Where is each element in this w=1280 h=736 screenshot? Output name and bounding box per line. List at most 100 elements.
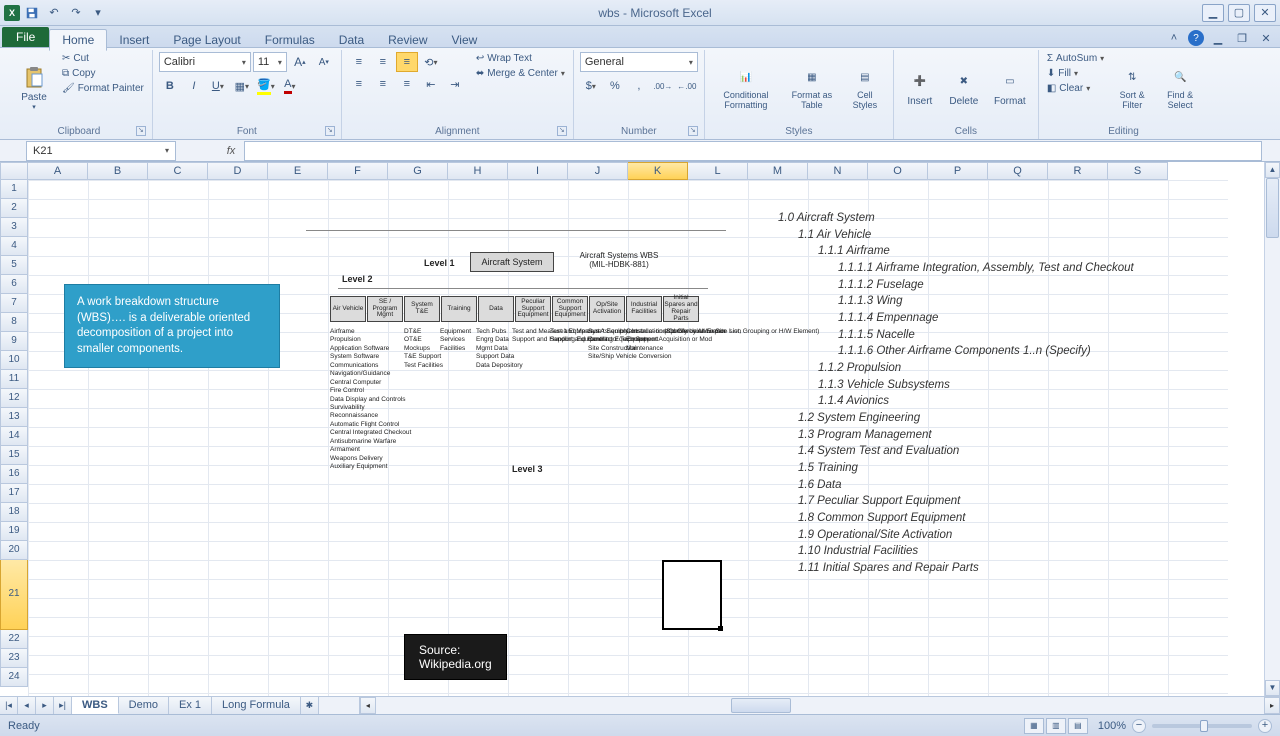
fill-color-button[interactable]: 🪣▾ [255, 76, 277, 96]
row-header-19[interactable]: 19 [0, 522, 28, 541]
col-header-L[interactable]: L [688, 162, 748, 180]
col-header-E[interactable]: E [268, 162, 328, 180]
paste-button[interactable]: Paste▾ [12, 52, 56, 124]
alignment-launcher[interactable]: ↘ [557, 126, 567, 136]
font-launcher[interactable]: ↘ [325, 126, 335, 136]
col-header-J[interactable]: J [568, 162, 628, 180]
sheet-tab-long-formula[interactable]: Long Formula [212, 697, 301, 714]
col-header-S[interactable]: S [1108, 162, 1168, 180]
number-launcher[interactable]: ↘ [688, 126, 698, 136]
fill-button[interactable]: ⬇Fill▾ [1045, 67, 1106, 80]
workbook-restore-icon[interactable]: ❐ [1232, 28, 1252, 48]
col-header-M[interactable]: M [748, 162, 808, 180]
tab-formulas[interactable]: Formulas [253, 30, 327, 50]
align-bottom-button[interactable]: ≡ [396, 52, 418, 72]
decrease-decimal-button[interactable]: ←.00 [676, 76, 698, 96]
increase-decimal-button[interactable]: .00→ [652, 76, 674, 96]
hscroll-right-icon[interactable]: ▸ [1264, 697, 1280, 714]
scroll-down-icon[interactable]: ▼ [1265, 680, 1280, 696]
zoom-level[interactable]: 100% [1098, 720, 1126, 732]
row-header-2[interactable]: 2 [0, 199, 28, 218]
col-header-A[interactable]: A [28, 162, 88, 180]
file-tab[interactable]: File [2, 27, 49, 47]
tab-insert[interactable]: Insert [107, 30, 161, 50]
align-right-button[interactable]: ≡ [396, 74, 418, 94]
hscroll-left-icon[interactable]: ◂ [360, 697, 376, 714]
ribbon-minimize-icon[interactable]: ˄ [1164, 28, 1184, 48]
font-name-combo[interactable]: Calibri▾ [159, 52, 251, 72]
row-header-22[interactable]: 22 [0, 630, 28, 649]
indent-increase-button[interactable]: ⇥ [444, 74, 466, 94]
qat-redo-icon[interactable]: ↷ [66, 3, 86, 23]
col-header-K[interactable]: K [628, 162, 688, 180]
col-header-C[interactable]: C [148, 162, 208, 180]
delete-cells-button[interactable]: ✖Delete [944, 52, 984, 124]
tab-review[interactable]: Review [376, 30, 439, 50]
font-color-button[interactable]: A▾ [279, 76, 301, 96]
conditional-formatting-button[interactable]: 📊Conditional Formatting [711, 52, 781, 124]
format-painter-button[interactable]: 🖌Format Painter [60, 82, 146, 95]
tab-home[interactable]: Home [49, 29, 107, 51]
clear-button[interactable]: ◧Clear▾ [1045, 82, 1106, 95]
close-button[interactable]: ✕ [1254, 4, 1276, 22]
col-header-D[interactable]: D [208, 162, 268, 180]
fx-icon[interactable]: fx [220, 145, 242, 157]
tab-data[interactable]: Data [327, 30, 376, 50]
find-select-button[interactable]: 🔍Find & Select [1158, 52, 1202, 124]
format-cells-button[interactable]: ▭Format [988, 52, 1032, 124]
col-header-R[interactable]: R [1048, 162, 1108, 180]
row-header-6[interactable]: 6 [0, 275, 28, 294]
sheet-nav-prev[interactable]: ◂ [18, 697, 36, 714]
row-header-15[interactable]: 15 [0, 446, 28, 465]
col-header-B[interactable]: B [88, 162, 148, 180]
cell-styles-button[interactable]: ▤Cell Styles [843, 52, 887, 124]
sheet-tab-demo[interactable]: Demo [119, 697, 169, 714]
italic-button[interactable]: I [183, 76, 205, 96]
active-cell[interactable] [662, 560, 722, 630]
row-header-7[interactable]: 7 [0, 294, 28, 313]
workbook-minimize-icon[interactable]: ▁ [1208, 28, 1228, 48]
cut-button[interactable]: ✂Cut [60, 52, 146, 65]
underline-button[interactable]: U▾ [207, 76, 229, 96]
sort-filter-button[interactable]: ⇅Sort & Filter [1110, 52, 1154, 124]
zoom-out-button[interactable]: − [1132, 719, 1146, 733]
copy-button[interactable]: ⧉Copy [60, 67, 146, 80]
maximize-button[interactable]: ▢ [1228, 4, 1250, 22]
row-header-21[interactable]: 21 [0, 560, 28, 630]
col-header-G[interactable]: G [388, 162, 448, 180]
bold-button[interactable]: B [159, 76, 181, 96]
name-box[interactable]: K21▾ [26, 141, 176, 161]
shrink-font-button[interactable]: A▾ [313, 52, 335, 72]
row-header-4[interactable]: 4 [0, 237, 28, 256]
row-header-23[interactable]: 23 [0, 649, 28, 668]
borders-button[interactable]: ▦▾ [231, 76, 253, 96]
vertical-scrollbar[interactable]: ▲ ▼ [1264, 162, 1280, 696]
grow-font-button[interactable]: A▴ [289, 52, 311, 72]
tab-page-layout[interactable]: Page Layout [161, 30, 252, 50]
zoom-in-button[interactable]: + [1258, 719, 1272, 733]
row-header-5[interactable]: 5 [0, 256, 28, 275]
zoom-slider[interactable] [1152, 724, 1252, 728]
align-middle-button[interactable]: ≡ [372, 52, 394, 72]
row-header-14[interactable]: 14 [0, 427, 28, 446]
tab-view[interactable]: View [440, 30, 490, 50]
scroll-up-icon[interactable]: ▲ [1265, 162, 1280, 178]
col-header-O[interactable]: O [868, 162, 928, 180]
row-header-9[interactable]: 9 [0, 332, 28, 351]
workbook-close-icon[interactable]: ✕ [1256, 28, 1276, 48]
sheet-nav-next[interactable]: ▸ [36, 697, 54, 714]
autosum-button[interactable]: ΣAutoSum▾ [1045, 52, 1106, 65]
row-header-13[interactable]: 13 [0, 408, 28, 427]
row-header-10[interactable]: 10 [0, 351, 28, 370]
row-header-20[interactable]: 20 [0, 541, 28, 560]
row-header-24[interactable]: 24 [0, 668, 28, 687]
help-icon[interactable]: ? [1188, 30, 1204, 46]
qat-customize-icon[interactable]: ▾ [88, 3, 108, 23]
align-left-button[interactable]: ≡ [348, 74, 370, 94]
col-header-I[interactable]: I [508, 162, 568, 180]
scroll-thumb[interactable] [1266, 178, 1279, 238]
percent-button[interactable]: % [604, 76, 626, 96]
align-top-button[interactable]: ≡ [348, 52, 370, 72]
row-header-12[interactable]: 12 [0, 389, 28, 408]
row-header-11[interactable]: 11 [0, 370, 28, 389]
